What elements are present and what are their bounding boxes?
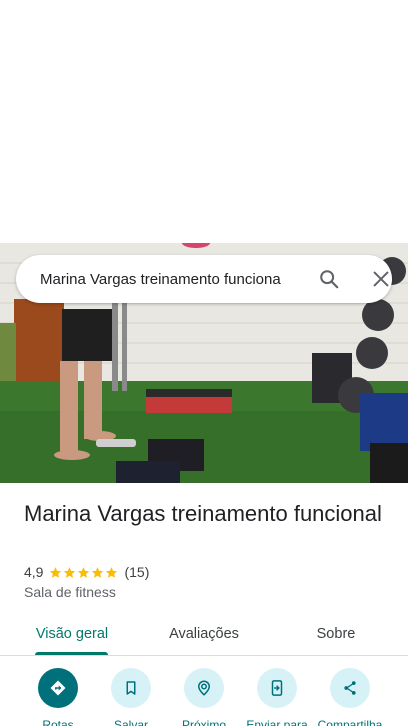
directions-label: Rotas xyxy=(42,718,74,726)
star-rating xyxy=(49,566,119,579)
search-input[interactable]: Marina Vargas treinamento funciona xyxy=(40,271,304,288)
active-tab-indicator xyxy=(35,652,108,655)
place-category: Sala de fitness xyxy=(24,584,116,600)
send-to-phone-button[interactable]: Enviar para xyxy=(237,668,317,726)
save-button[interactable]: Salvar xyxy=(91,668,171,726)
star-icon xyxy=(78,566,90,578)
place-title: Marina Vargas treinamento funcional xyxy=(24,501,382,526)
send-to-phone-label: Enviar para xyxy=(246,718,308,726)
bookmark-icon[interactable] xyxy=(111,668,151,708)
directions-icon[interactable] xyxy=(38,668,78,708)
share-label: Compartilha xyxy=(317,718,383,726)
share-button[interactable]: Compartilha xyxy=(310,668,390,726)
rating-row[interactable]: 4,9 (15) xyxy=(24,563,149,581)
share-icon[interactable] xyxy=(330,668,370,708)
send-to-phone-icon[interactable] xyxy=(257,668,297,708)
search-icon[interactable] xyxy=(318,268,340,290)
save-label: Salvar xyxy=(113,718,148,726)
tab-about[interactable]: Sobre xyxy=(296,612,376,656)
directions-button[interactable]: Rotas xyxy=(18,668,98,726)
tab-reviews[interactable]: Avaliações xyxy=(150,612,258,656)
star-icon xyxy=(64,566,76,578)
star-icon xyxy=(50,566,62,578)
rating-value: 4,9 xyxy=(24,564,44,580)
star-icon xyxy=(92,566,104,578)
nearby-icon[interactable] xyxy=(184,668,224,708)
nearby-button[interactable]: Próximo xyxy=(164,668,244,726)
tab-bar: Visão geral Avaliações Sobre xyxy=(0,612,408,656)
star-icon xyxy=(106,566,118,578)
close-icon[interactable] xyxy=(370,268,392,290)
action-row: Rotas Salvar Próximo Enviar para Compart… xyxy=(0,668,408,726)
map-area xyxy=(0,0,408,243)
tab-overview[interactable]: Visão geral xyxy=(20,612,124,656)
reviews-count[interactable]: (15) xyxy=(124,564,149,580)
search-bar[interactable]: Marina Vargas treinamento funciona xyxy=(16,255,392,303)
nearby-label: Próximo xyxy=(181,718,226,726)
